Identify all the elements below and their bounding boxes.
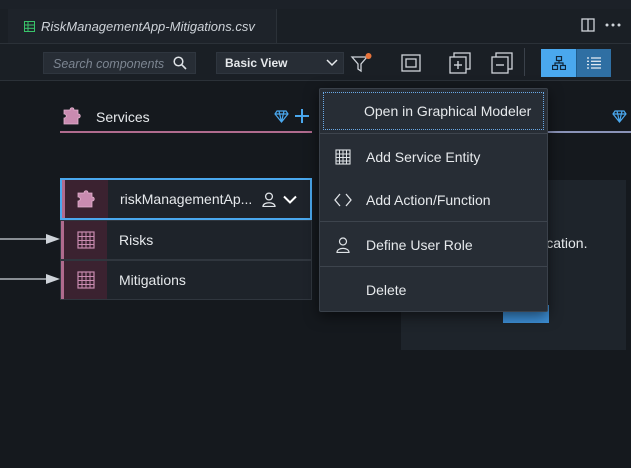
menu-separator [320, 266, 547, 267]
zoom-out-button[interactable] [491, 52, 513, 74]
services-title: Services [96, 109, 150, 125]
list-icon [587, 57, 601, 69]
service-icon-cell [62, 180, 108, 218]
table-icon [76, 231, 95, 249]
entity-icon-cell [61, 261, 107, 299]
services-header: Services [60, 100, 312, 132]
entity-name: Risks [119, 232, 154, 248]
service-node[interactable]: riskManagementAp... [60, 178, 312, 220]
user-icon [336, 237, 350, 253]
search-icon[interactable] [173, 56, 187, 70]
filter-icon [350, 53, 372, 73]
menu-item-label: Add Service Entity [366, 149, 481, 165]
context-menu: Open in Graphical Modeler Add Service En… [319, 88, 548, 312]
service-card: riskManagementAp... Risks Mitigations [60, 178, 312, 300]
relation-arrow [0, 274, 60, 284]
view-select-value: Basic View [225, 56, 288, 70]
zoom-in-icon [449, 52, 471, 74]
title-strip [0, 0, 631, 9]
diamond-icon[interactable] [612, 110, 627, 123]
entity-icon-cell [61, 221, 107, 259]
menu-item-add-action-function[interactable]: Add Action/Function [320, 178, 547, 222]
menu-item-label: Add Action/Function [366, 192, 491, 208]
view-select[interactable]: Basic View [216, 52, 344, 74]
entity-row[interactable]: Mitigations [60, 260, 312, 300]
zoom-out-icon [491, 52, 513, 74]
tab-actions [581, 18, 621, 32]
relation-arrow [0, 234, 60, 244]
entity-row[interactable]: Risks [60, 220, 312, 260]
menu-separator [320, 221, 547, 222]
list-view-button[interactable] [576, 49, 611, 77]
filter-button[interactable] [350, 52, 372, 74]
menu-item-delete[interactable]: Delete [320, 268, 547, 312]
service-name: riskManagementAp... [120, 191, 253, 207]
csv-file-icon [24, 20, 35, 32]
more-actions-icon[interactable] [605, 22, 621, 28]
menu-item-label: Open in Graphical Modeler [364, 103, 532, 119]
column-underline [548, 131, 631, 133]
menu-item-open-graphical-modeler[interactable]: Open in Graphical Modeler [323, 92, 544, 130]
editor-tab[interactable]: RiskManagementApp-Mitigations.csv [8, 9, 277, 43]
search-input[interactable] [44, 53, 175, 75]
menu-separator [320, 133, 547, 134]
user-icon[interactable] [262, 191, 276, 207]
tab-title: RiskManagementApp-Mitigations.csv [41, 18, 255, 34]
puzzle-icon [63, 107, 81, 125]
diamond-icon[interactable] [274, 110, 289, 123]
view-toggle [541, 49, 612, 77]
add-service-icon[interactable] [294, 108, 310, 124]
menu-item-add-service-entity[interactable]: Add Service Entity [320, 135, 547, 179]
toolbar-divider [524, 48, 525, 76]
fit-screen-icon [401, 54, 421, 72]
chevron-down-icon[interactable] [283, 195, 298, 204]
menu-item-label: Define User Role [366, 237, 473, 253]
services-underline [60, 131, 312, 133]
search-box [43, 52, 196, 75]
chevron-down-icon [326, 59, 338, 67]
menu-item-define-user-role[interactable]: Define User Role [320, 223, 547, 267]
zoom-in-button[interactable] [449, 52, 471, 74]
table-icon [335, 149, 351, 165]
split-editor-icon[interactable] [581, 18, 595, 32]
fit-to-screen-button[interactable] [400, 52, 422, 74]
graph-view-button[interactable] [541, 49, 576, 77]
table-icon [76, 271, 95, 289]
code-icon [334, 193, 352, 207]
hierarchy-icon [551, 56, 566, 70]
menu-item-label: Delete [366, 282, 407, 298]
puzzle-icon [77, 190, 95, 208]
entity-name: Mitigations [119, 272, 186, 288]
